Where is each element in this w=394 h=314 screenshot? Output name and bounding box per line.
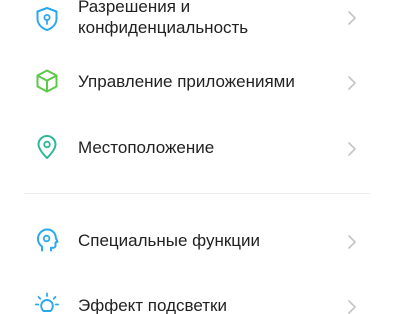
chevron-right-icon (346, 141, 358, 157)
settings-item-label-line2: конфиденциальность (78, 18, 249, 37)
settings-item-label: Специальные функции (78, 231, 261, 250)
section-divider (24, 193, 370, 194)
settings-item-app-management[interactable]: Управление приложениями (0, 58, 394, 108)
shield-icon (34, 6, 60, 32)
chevron-right-icon (346, 299, 358, 314)
cube-icon (34, 68, 60, 94)
settings-item-label-line1: Разрешения и (78, 0, 191, 16)
settings-item-label: Местоположение (78, 138, 215, 157)
settings-item-accessibility[interactable]: Специальные функции (0, 216, 394, 266)
head-accessibility-icon (34, 227, 60, 253)
chevron-right-icon (346, 234, 358, 250)
chevron-right-icon (346, 75, 358, 91)
lightbulb-icon (34, 292, 60, 314)
settings-item-label: Эффект подсветки (78, 296, 227, 314)
settings-item-location[interactable]: Местоположение (0, 124, 394, 174)
chevron-right-icon (346, 10, 358, 26)
settings-item-label: Управление приложениями (78, 72, 295, 91)
settings-item-permissions-privacy[interactable]: Разрешения и конфиденциальность (0, 0, 394, 58)
settings-screen: Разрешения и конфиденциальность Управлен… (0, 0, 394, 314)
location-pin-icon (34, 134, 60, 160)
settings-item-lighting-effect[interactable]: Эффект подсветки (0, 282, 394, 314)
